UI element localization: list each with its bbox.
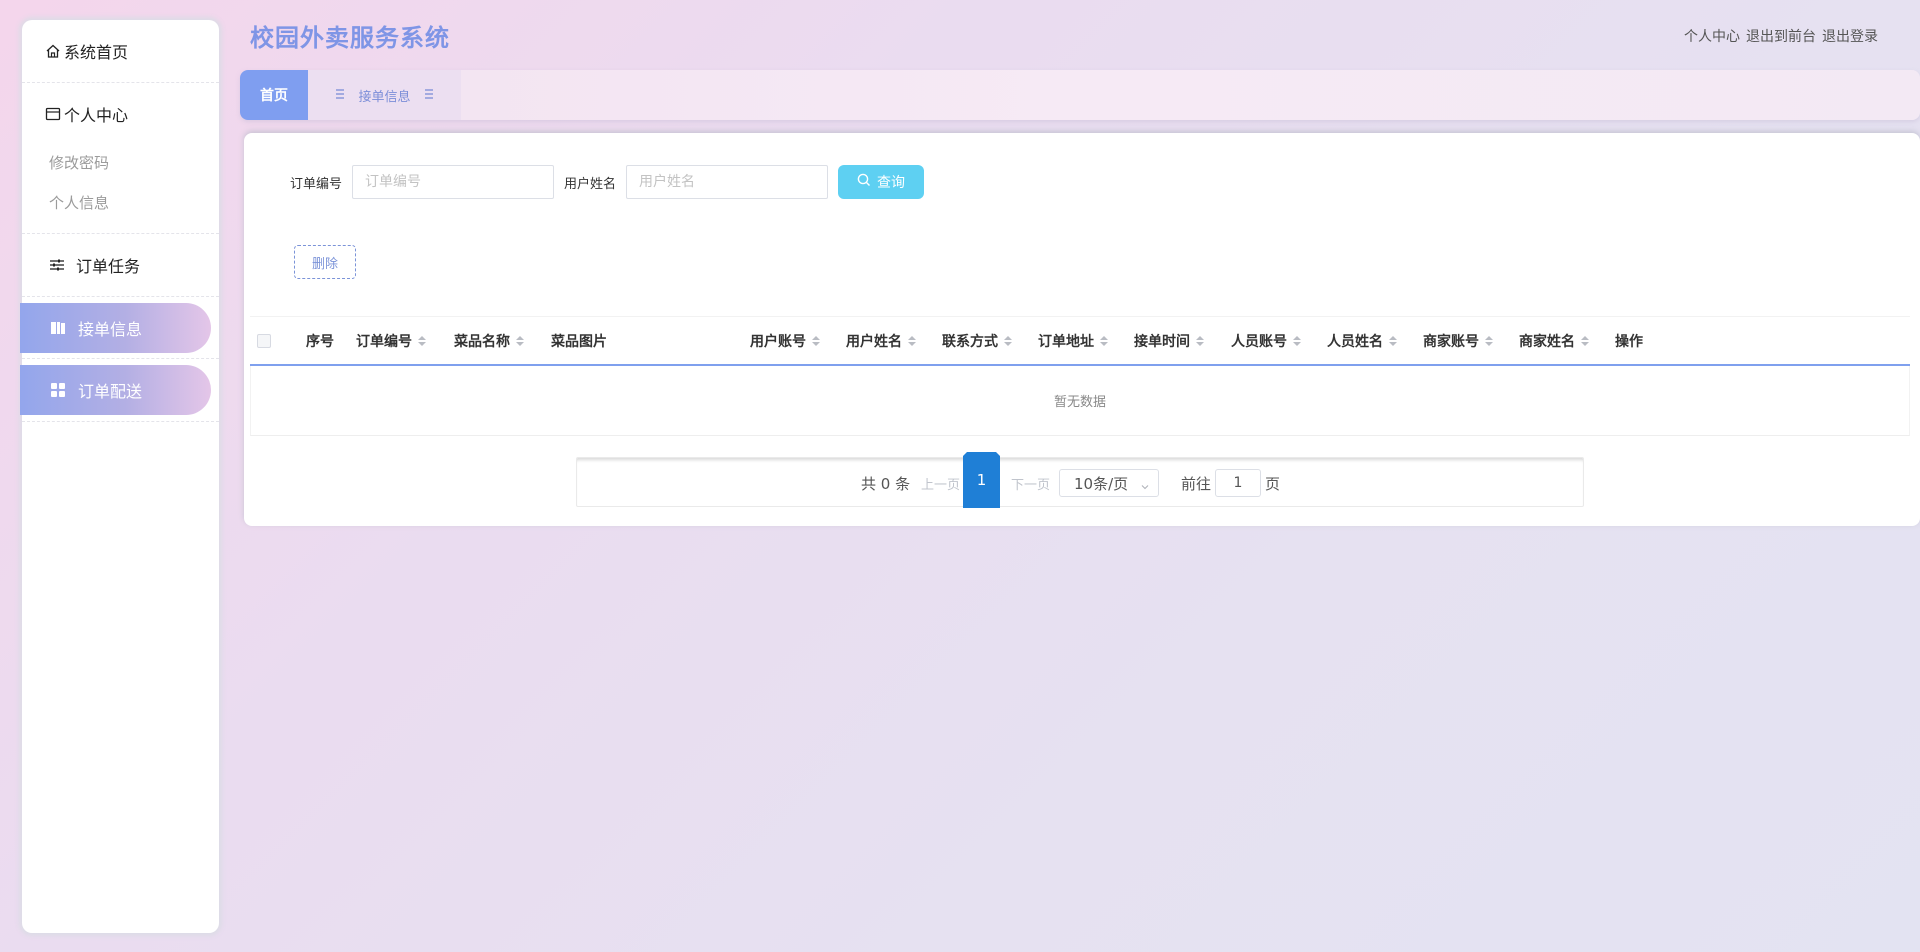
- col-user-account[interactable]: 用户账号: [750, 317, 820, 365]
- col-actions: 操作: [1615, 334, 1643, 350]
- order-no-label: 订单编号: [290, 176, 343, 192]
- sort-icon[interactable]: [812, 336, 820, 346]
- col-order-no[interactable]: 订单编号: [356, 317, 426, 365]
- total-count: 共 0 条: [861, 474, 911, 493]
- tab-label: 接单信息: [358, 89, 411, 105]
- sidebar-item-label: 个人中心: [64, 106, 129, 125]
- menu-icon: [336, 88, 345, 103]
- sidebar-item-label: 订单配送: [78, 382, 143, 401]
- chevron-down-icon: [1140, 478, 1150, 496]
- sidebar-item-label: 订单任务: [76, 257, 141, 276]
- sort-icon[interactable]: [908, 336, 916, 346]
- sort-icon[interactable]: [1389, 336, 1397, 346]
- sidebar: 系统首页 个人中心 修改密码 个人信息 订单任务 接单信息 订单配送: [20, 20, 219, 933]
- col-contact[interactable]: 联系方式: [942, 317, 1012, 365]
- order-no-input[interactable]: [352, 165, 555, 199]
- user-name-label: 用户姓名: [564, 176, 617, 192]
- sidebar-item-order-delivery[interactable]: 订单配送: [20, 365, 211, 415]
- menu-icon: [424, 88, 433, 103]
- sidebar-group-personal: 个人中心 修改密码 个人信息: [22, 83, 219, 234]
- tabs-bar: 首页 接单信息: [240, 70, 1920, 120]
- search-icon: [857, 173, 871, 191]
- col-merchant-account[interactable]: 商家账号: [1423, 317, 1493, 365]
- sidebar-subitem-change-password[interactable]: 修改密码: [22, 143, 219, 183]
- table-header: 序号 订单编号 菜品名称 菜品图片 用户账号 用户姓名 联系方式 订单地址 接单…: [250, 316, 1910, 366]
- query-button[interactable]: 查询: [838, 165, 925, 199]
- link-exit-to-frontend[interactable]: 退出到前台: [1746, 26, 1816, 46]
- sidebar-item-personal-center[interactable]: 个人中心: [22, 83, 219, 145]
- goto-page-input[interactable]: 1: [1215, 469, 1262, 497]
- col-staff-account[interactable]: 人员账号: [1231, 317, 1301, 365]
- top-links: 个人中心 退出到前台 退出登录: [1684, 26, 1878, 46]
- col-dish-name[interactable]: 菜品名称: [454, 317, 524, 365]
- link-logout[interactable]: 退出登录: [1822, 26, 1878, 46]
- home-icon: [44, 42, 62, 60]
- query-button-label: 查询: [877, 175, 906, 191]
- tab-receive-info[interactable]: 接单信息: [308, 70, 461, 120]
- col-staff-name[interactable]: 人员姓名: [1327, 317, 1397, 365]
- next-page-button[interactable]: 下一页: [1011, 458, 1050, 508]
- sidebar-item-receive-info[interactable]: 接单信息: [20, 303, 211, 353]
- prev-page-button[interactable]: 上一页: [921, 458, 960, 508]
- sort-icon[interactable]: [1100, 336, 1108, 346]
- sidebar-item-order-tasks[interactable]: 订单任务: [22, 234, 219, 297]
- page-size-select[interactable]: 10条/页: [1059, 469, 1159, 497]
- col-accept-time[interactable]: 接单时间: [1134, 317, 1204, 365]
- col-order-address[interactable]: 订单地址: [1038, 317, 1108, 365]
- sort-icon[interactable]: [1485, 336, 1493, 346]
- sort-icon[interactable]: [1293, 336, 1301, 346]
- tab-home[interactable]: 首页: [240, 70, 308, 120]
- goto-page: 前往 1 页: [1181, 458, 1280, 508]
- sliders-icon: [48, 256, 66, 274]
- data-table: 序号 订单编号 菜品名称 菜品图片 用户账号 用户姓名 联系方式 订单地址 接单…: [250, 316, 1910, 436]
- col-dish-image: 菜品图片: [551, 334, 607, 350]
- goto-label: 前往: [1181, 474, 1212, 493]
- search-form: 订单编号 用户姓名 查询: [290, 165, 925, 199]
- sort-icon[interactable]: [418, 336, 426, 346]
- sort-icon[interactable]: [1004, 336, 1012, 346]
- empty-state: 暂无数据: [250, 366, 1910, 436]
- sidebar-item-home[interactable]: 系统首页: [22, 20, 219, 83]
- page-size-value: 10条/页: [1074, 474, 1129, 493]
- sidebar-subitem-personal-info[interactable]: 个人信息: [22, 183, 219, 223]
- page-suffix: 页: [1265, 474, 1281, 493]
- sidebar-item-label: 系统首页: [64, 43, 129, 62]
- page-1-button[interactable]: 1: [963, 452, 1000, 508]
- main-card: 订单编号 用户姓名 查询 删除 序号 订单编号 菜品名称 菜品图片 用户账号 用…: [244, 133, 1920, 526]
- col-merchant-name[interactable]: 商家姓名: [1519, 317, 1589, 365]
- grid-icon: [50, 382, 66, 398]
- sort-icon[interactable]: [1581, 336, 1589, 346]
- col-user-name[interactable]: 用户姓名: [846, 317, 916, 365]
- link-personal-center[interactable]: 个人中心: [1684, 26, 1740, 46]
- select-all-checkbox[interactable]: [257, 317, 271, 365]
- app-title: 校园外卖服务系统: [250, 24, 450, 52]
- pagination: 共 0 条 上一页 1 下一页 10条/页 前往 1 页: [576, 452, 1584, 508]
- sidebar-item-label: 接单信息: [78, 320, 143, 339]
- profile-card-icon: [44, 105, 62, 123]
- sort-icon[interactable]: [516, 336, 524, 346]
- book-icon: [50, 320, 66, 336]
- col-index: 序号: [306, 334, 334, 350]
- sort-icon[interactable]: [1196, 336, 1204, 346]
- delete-button[interactable]: 删除: [294, 245, 356, 279]
- user-name-input[interactable]: [626, 165, 829, 199]
